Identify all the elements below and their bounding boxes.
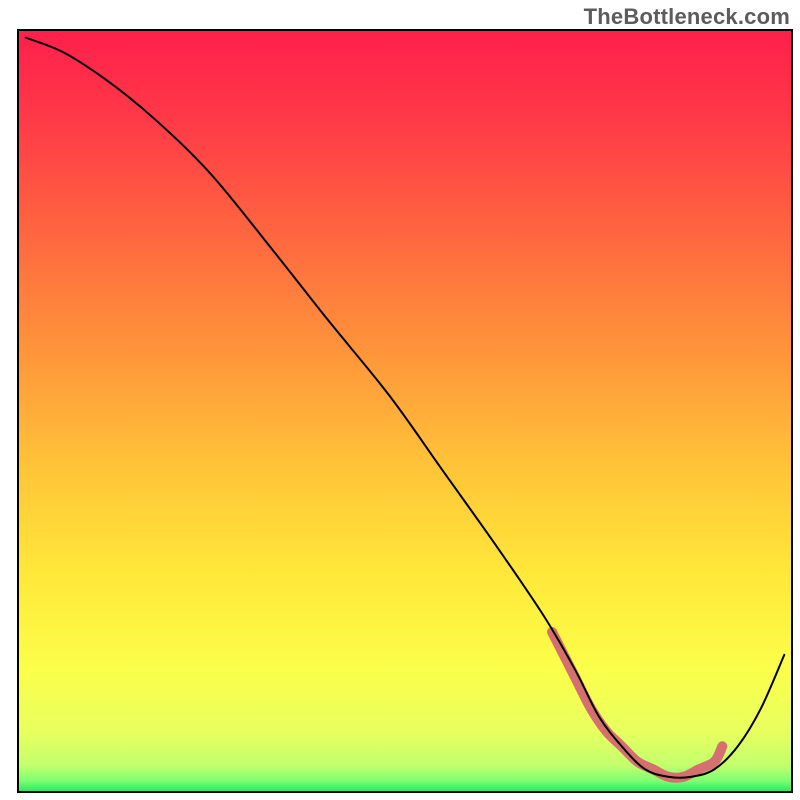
watermark-text: TheBottleneck.com: [584, 4, 790, 30]
chart-svg: [0, 0, 800, 800]
chart-root: TheBottleneck.com: [0, 0, 800, 800]
plot-background: [18, 30, 792, 792]
